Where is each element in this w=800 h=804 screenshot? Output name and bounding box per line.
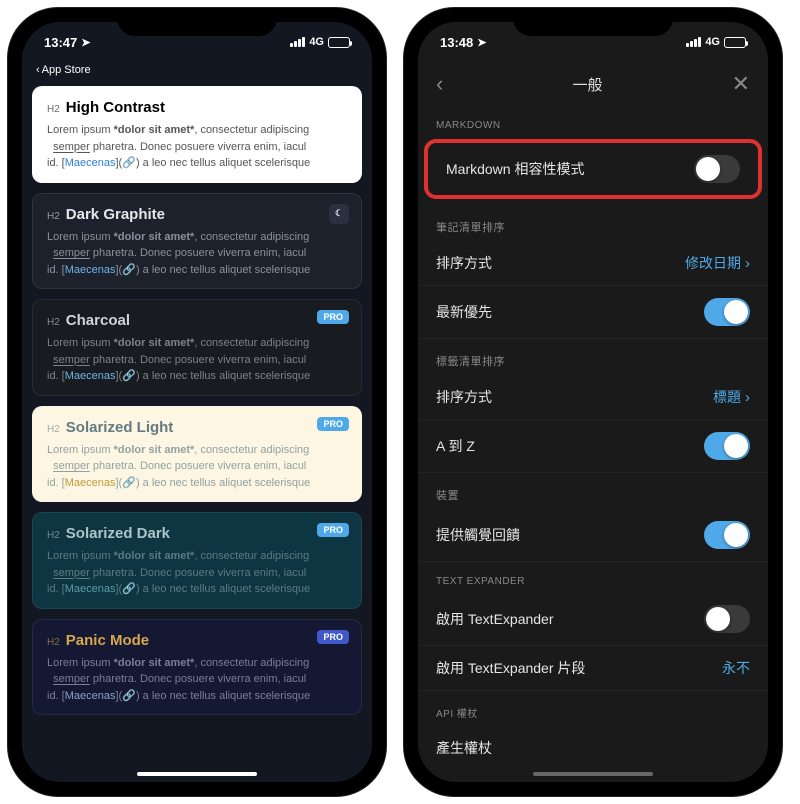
network-label: 4G (705, 36, 720, 48)
toggle-newest-first[interactable] (704, 298, 750, 326)
screen-settings: 13:48 ➤ 4G ‹ 一般 ✕ MARKDOWN Markdown 相容性模… (418, 22, 768, 782)
phone-right: 13:48 ➤ 4G ‹ 一般 ✕ MARKDOWN Markdown 相容性模… (404, 8, 782, 796)
home-indicator[interactable] (533, 772, 653, 776)
theme-name: Solarized Dark (66, 525, 170, 542)
theme-sample-text: Lorem ipsum *dolor sit amet*, consectetu… (47, 442, 347, 492)
theme-sample-text: Lorem ipsum *dolor sit amet*, consectetu… (47, 229, 347, 279)
h2-prefix: H2 (47, 211, 60, 222)
chevron-left-icon: ‹ (36, 64, 40, 76)
toggle-a-to-z[interactable] (704, 432, 750, 460)
theme-card-solardark[interactable]: PRO H2 Solarized Dark Lorem ipsum *dolor si… (32, 512, 362, 609)
battery-icon (724, 37, 746, 48)
home-indicator[interactable] (137, 772, 257, 776)
theme-name: Panic Mode (66, 632, 149, 649)
theme-title: H2 Charcoal (47, 312, 347, 329)
screen-themes: 13:47 ➤ 4G ‹ App Store H2 High Contrast Lo… (22, 22, 372, 782)
row-sort-method[interactable]: 排序方式 修改日期› (418, 241, 768, 286)
signal-icon (686, 37, 701, 47)
theme-card-panic[interactable]: PRO H2 Panic Mode Lorem ipsum *dolor sit am… (32, 619, 362, 716)
row-textexpander-snippet[interactable]: 啟用 TextExpander 片段 永不 (418, 646, 768, 691)
link-icon: 🔗 (122, 264, 136, 276)
theme-card-darkgraphite[interactable]: ☾ H2 Dark Graphite Lorem ipsum *dolor sit a… (32, 193, 362, 290)
device-notch (117, 8, 277, 36)
status-time: 13:48 (440, 35, 473, 50)
h2-prefix: H2 (47, 530, 60, 541)
theme-title: H2 Solarized Light (47, 419, 347, 436)
link-icon: 🔗 (122, 370, 136, 382)
h2-prefix: H2 (47, 637, 60, 648)
row-markdown-compat[interactable]: Markdown 相容性模式 (428, 143, 758, 195)
theme-sample-text: Lorem ipsum *dolor sit amet*, consectetu… (47, 548, 347, 598)
close-button[interactable]: ✕ (732, 71, 750, 97)
section-markdown: MARKDOWN (418, 106, 768, 137)
pro-badge: PRO (317, 630, 349, 644)
location-icon: ➤ (81, 36, 90, 49)
theme-card-charcoal[interactable]: PRO H2 Charcoal Lorem ipsum *dolor sit amet… (32, 299, 362, 396)
link-icon: 🔗 (122, 477, 136, 489)
highlight-markdown-compat: Markdown 相容性模式 (424, 139, 762, 199)
theme-name: Dark Graphite (66, 206, 165, 223)
h2-prefix: H2 (47, 424, 60, 435)
row-label: 啟用 TextExpander (436, 609, 554, 629)
row-label: A 到 Z (436, 436, 475, 456)
theme-name: High Contrast (66, 99, 165, 116)
section-api: API 權杖 (418, 691, 768, 726)
toggle-textexpander[interactable] (704, 605, 750, 633)
link-icon: 🔗 (122, 690, 136, 702)
row-label: Markdown 相容性模式 (446, 159, 584, 179)
section-device: 裝置 (418, 473, 768, 509)
h2-prefix: H2 (47, 317, 60, 328)
row-label: 排序方式 (436, 253, 492, 273)
theme-name: Solarized Light (66, 419, 174, 436)
theme-title: H2 Panic Mode (47, 632, 347, 649)
row-haptic[interactable]: 提供觸覺回饋 (418, 509, 768, 562)
back-button[interactable]: ‹ (436, 71, 443, 97)
device-notch (513, 8, 673, 36)
row-label: 排序方式 (436, 387, 492, 407)
pro-badge: PRO (317, 417, 349, 431)
row-tags-sort-method[interactable]: 排序方式 標題› (418, 375, 768, 420)
row-label: 最新優先 (436, 302, 492, 322)
nav-bar: ‹ 一般 ✕ (418, 62, 768, 106)
row-generate-token[interactable]: 產生權杖 (418, 726, 768, 770)
theme-title: H2 Solarized Dark (47, 525, 347, 542)
theme-sample-text: Lorem ipsum *dolor sit amet*, consectetu… (47, 335, 347, 385)
section-tags-sort: 標籤清單排序 (418, 339, 768, 375)
theme-card-highcontrast[interactable]: H2 High Contrast Lorem ipsum *dolor sit am… (32, 86, 362, 183)
row-newest-first[interactable]: 最新優先 (418, 286, 768, 339)
phone-left: 13:47 ➤ 4G ‹ App Store H2 High Contrast Lo… (8, 8, 386, 796)
status-time: 13:47 (44, 35, 77, 50)
row-a-to-z[interactable]: A 到 Z (418, 420, 768, 473)
toggle-haptic[interactable] (704, 521, 750, 549)
section-notes-sort: 筆記清單排序 (418, 205, 768, 241)
h2-prefix: H2 (47, 104, 60, 115)
network-label: 4G (309, 36, 324, 48)
pro-badge: PRO (317, 310, 349, 324)
section-textexpander: TEXT EXPANDER (418, 562, 768, 593)
location-icon: ➤ (477, 36, 486, 49)
battery-icon (328, 37, 350, 48)
theme-sample-text: Lorem ipsum *dolor sit amet*, consectetu… (47, 655, 347, 705)
theme-title: H2 Dark Graphite (47, 206, 347, 223)
signal-icon (290, 37, 305, 47)
row-label: 提供觸覺回饋 (436, 525, 520, 545)
link-icon: 🔗 (122, 157, 136, 169)
pro-badge: PRO (317, 523, 349, 537)
theme-title: H2 High Contrast (47, 99, 347, 116)
theme-list[interactable]: H2 High Contrast Lorem ipsum *dolor sit am… (22, 22, 372, 782)
moon-icon: ☾ (329, 204, 349, 224)
back-to-appstore[interactable]: ‹ App Store (36, 64, 91, 76)
theme-sample-text: Lorem ipsum *dolor sit amet*, consectetu… (47, 122, 347, 172)
nav-title: 一般 (572, 74, 602, 95)
row-label: 產生權杖 (436, 738, 492, 758)
row-enable-textexpander[interactable]: 啟用 TextExpander (418, 593, 768, 646)
theme-name: Charcoal (66, 312, 130, 329)
row-label: 啟用 TextExpander 片段 (436, 658, 585, 678)
theme-card-solarlight[interactable]: PRO H2 Solarized Light Lorem ipsum *dolor s… (32, 406, 362, 503)
chevron-right-icon: › (745, 255, 750, 272)
link-icon: 🔗 (122, 583, 136, 595)
chevron-right-icon: › (745, 389, 750, 406)
toggle-markdown-compat[interactable] (694, 155, 740, 183)
